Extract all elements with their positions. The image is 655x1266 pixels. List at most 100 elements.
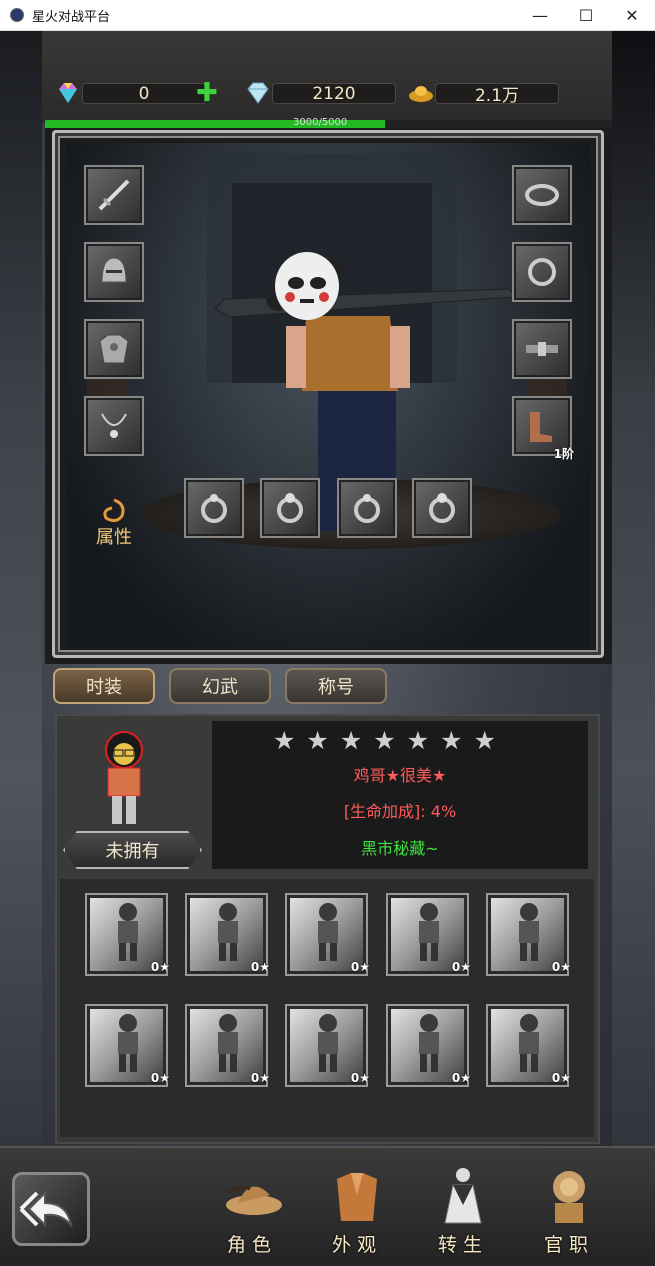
character-silhouette-icon (419, 1014, 439, 1072)
skin-cell[interactable]: 0★ (386, 1004, 471, 1087)
ring-icon (429, 493, 455, 523)
boots-tier: 1阶 (553, 447, 574, 461)
nav-rebirth-label: 转生 (437, 1234, 488, 1256)
window-titlebar: 星火对战平台 — ☐ ✕ (0, 0, 655, 31)
star-icon: ★ (440, 726, 463, 755)
slot-ring-4[interactable] (412, 478, 472, 538)
helmet-icon (101, 257, 127, 283)
slot-necklace[interactable] (84, 396, 144, 456)
ring-icon (528, 258, 556, 286)
ring-icon (201, 494, 227, 523)
character-silhouette-icon (318, 903, 338, 961)
character-silhouette-icon (519, 903, 539, 961)
skin-star-rating: ★ ★ ★ ★ ★ ★ ★ (273, 728, 496, 753)
ring-icon (354, 494, 380, 523)
tab-phantom-weapon[interactable]: 幻武 (169, 668, 271, 704)
skin-cell[interactable]: 0★ (85, 1004, 170, 1087)
robe-icon (337, 1173, 377, 1221)
gem-icon (59, 83, 77, 103)
diamond-count: 2120 (272, 83, 396, 104)
slot-boots[interactable]: 1阶 (512, 396, 574, 461)
skin-cell-stars: 0★ (451, 1071, 471, 1085)
character-silhouette-icon (118, 903, 138, 961)
skin-cell-stars: 0★ (350, 960, 370, 974)
slot-ring-3[interactable] (337, 478, 397, 538)
star-icon: ★ (406, 726, 430, 755)
diamond-icon (247, 82, 269, 104)
skin-cell-stars: 0★ (451, 960, 471, 974)
attribute-button[interactable]: 属性 (96, 523, 132, 549)
back-button[interactable] (12, 1172, 90, 1246)
skin-cell[interactable]: 0★ (386, 893, 471, 976)
skin-cell[interactable]: 0★ (85, 893, 170, 976)
skin-cell-stars: 0★ (350, 1071, 370, 1085)
not-owned-button[interactable]: 未拥有 (63, 831, 202, 869)
character-silhouette-icon (218, 903, 238, 961)
skin-cell-stars: 0★ (250, 960, 270, 974)
skin-bonus: [生命加成]: 4% (343, 802, 457, 821)
star-icon: ★ (339, 726, 363, 755)
maximize-button[interactable]: ☐ (563, 0, 609, 30)
exp-text: 3000/5000 (293, 117, 348, 128)
star-icon: ★ (473, 726, 496, 755)
necklace-icon (101, 413, 127, 438)
skin-cell-stars: 0★ (551, 1071, 571, 1085)
app-icon (10, 8, 24, 22)
sword-icon (98, 179, 130, 211)
tab-fashion[interactable]: 时装 (53, 668, 155, 704)
ring-icon (277, 493, 303, 523)
skin-cell[interactable]: 0★ (185, 1004, 270, 1087)
skin-cell[interactable]: 0★ (285, 1004, 370, 1087)
star-icon: ★ (373, 726, 396, 755)
star-icon: ★ (273, 726, 296, 755)
skin-cell[interactable]: 0★ (486, 1004, 571, 1087)
attribute-icon (103, 498, 125, 523)
slot-armor[interactable] (84, 319, 144, 379)
lion-icon (553, 1171, 585, 1223)
monk-icon (444, 1168, 482, 1224)
back-arrow-icon (19, 1190, 73, 1229)
bracelet-icon (525, 184, 559, 206)
resource-bar (42, 31, 612, 123)
character-silhouette-icon (118, 1014, 138, 1072)
slot-helmet[interactable] (84, 242, 144, 302)
nav-appearance-label: 外观 (331, 1234, 382, 1256)
character-silhouette-icon (519, 1014, 539, 1072)
skin-cell-stars: 0★ (150, 960, 170, 974)
slot-ring-2[interactable] (260, 478, 320, 538)
skin-source: 黑市秘藏~ (361, 839, 439, 858)
nav-official-rank[interactable]: 官职 (529, 1161, 609, 1261)
nav-appearance[interactable]: 外观 (317, 1161, 397, 1261)
boots-icon (530, 412, 552, 442)
hat-icon (226, 1186, 282, 1215)
skin-avatar (105, 731, 143, 824)
gold-ingot-icon (409, 86, 433, 102)
slot-ring-1[interactable] (184, 478, 244, 538)
add-gem-button[interactable]: ✚ (196, 80, 218, 106)
slot-weapon[interactable] (84, 165, 144, 225)
left-backdrop (0, 31, 42, 1266)
slot-bracelet[interactable] (512, 165, 572, 225)
skin-name: 鸡哥★很美★ (353, 766, 447, 785)
character-silhouette-icon (218, 1014, 238, 1072)
window-title: 星火对战平台 (32, 9, 111, 25)
skin-cell-stars: 0★ (250, 1071, 270, 1085)
skin-cell[interactable]: 0★ (486, 893, 571, 976)
tab-title[interactable]: 称号 (285, 668, 387, 704)
slot-ring-right[interactable] (512, 242, 572, 302)
gold-count: 2.1万 (435, 83, 559, 106)
armor-icon (99, 334, 129, 364)
game-viewport: 0 ✚ 2120 2.1万 3000/5000 1阶 属性 时装 幻武 称号 ★… (0, 31, 655, 1266)
skin-cell[interactable]: 0★ (285, 893, 370, 976)
nav-official-rank-label: 官职 (543, 1234, 594, 1256)
nav-character-label: 角色 (226, 1234, 277, 1256)
belt-icon (526, 342, 558, 356)
star-icon: ★ (306, 726, 329, 755)
slot-belt[interactable] (512, 319, 572, 379)
minimize-button[interactable]: — (517, 0, 563, 30)
skin-cell-stars: 0★ (150, 1071, 170, 1085)
nav-rebirth[interactable]: 转生 (423, 1161, 503, 1261)
nav-character[interactable]: 角色 (212, 1161, 292, 1261)
skin-cell[interactable]: 0★ (185, 893, 270, 976)
close-button[interactable]: ✕ (609, 0, 655, 30)
